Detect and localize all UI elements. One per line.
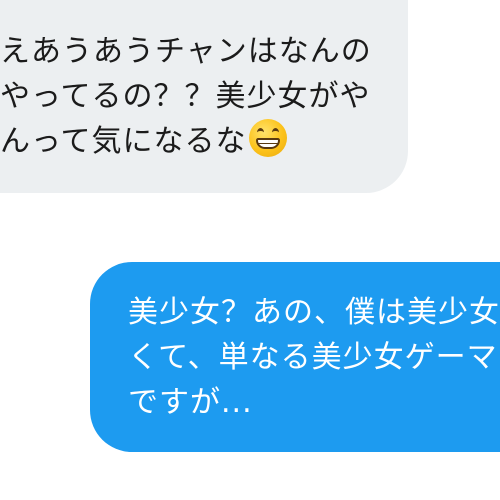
grinning-face-emoji-icon xyxy=(248,119,287,157)
incoming-message-line-1: えあうあうチャンはなんの xyxy=(0,34,372,69)
incoming-message-bubble[interactable]: えあうあうチャンはなんの やってるの？？美少女がや んって気になるな xyxy=(0,0,408,193)
outgoing-message-bubble[interactable]: 美少女？あの、僕は美少女 くて、単なる美少女ゲーマ ですが... xyxy=(90,262,500,452)
outgoing-message-line-2: くて、単なる美少女ゲーマ xyxy=(128,340,498,375)
incoming-message-line-3: んって気になるな xyxy=(0,124,247,159)
incoming-message-line-2: やってるの？？美少女がや xyxy=(0,79,371,114)
outgoing-message-line-3: ですが... xyxy=(128,385,253,420)
outgoing-message-line-1: 美少女？あの、僕は美少女 xyxy=(128,295,500,330)
incoming-message-line-3-row: んって気になるな xyxy=(0,119,408,164)
chat-thread: えあうあうチャンはなんの やってるの？？美少女がや んって気になるな 美少女？あ… xyxy=(0,0,500,500)
